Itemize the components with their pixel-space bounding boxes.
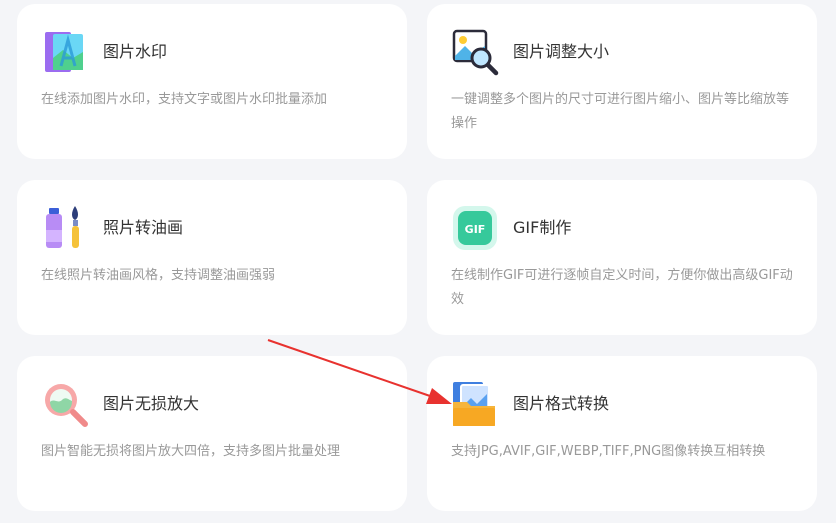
tool-card-lossless-enlarge[interactable]: 图片无损放大 图片智能无损将图片放大四倍，支持多图片批量处理 (17, 356, 407, 511)
magnifier-enlarge-icon (41, 380, 89, 428)
image-resize-icon (451, 28, 499, 76)
format-convert-folder-icon (451, 380, 499, 428)
tool-card-image-watermark[interactable]: 图片水印 在线添加图片水印，支持文字或图片水印批量添加 (17, 4, 407, 159)
tool-description: 在线添加图片水印，支持文字或图片水印批量添加 (41, 92, 328, 107)
tool-card-format-convert[interactable]: 图片格式转换 支持JPG,AVIF,GIF,WEBP,TIFF,PNG图像转换互… (427, 356, 817, 511)
tool-description: 图片智能无损将图片放大四倍，支持多图片批量处理 (41, 444, 341, 459)
tool-title: 照片转油画 (103, 218, 184, 237)
tool-title: 图片无损放大 (103, 394, 200, 413)
tool-title: GIF制作 (513, 218, 572, 237)
image-watermark-icon (41, 28, 89, 76)
tool-card-gif-maker[interactable]: GIF GIF制作 在线制作GIF可进行逐帧自定义时间，方便你做出高级GIF动效 (427, 180, 817, 335)
tool-card-oil-paint[interactable]: 照片转油画 在线照片转油画风格，支持调整油画强弱 (17, 180, 407, 335)
gif-icon-text: GIF (465, 223, 486, 236)
tool-card-image-resize[interactable]: 图片调整大小 一键调整多个图片的尺寸可进行图片缩小、图片等比缩放等操作 (427, 4, 817, 159)
tool-title: 图片水印 (103, 42, 168, 61)
oil-paint-icon (41, 204, 89, 252)
tool-title: 图片调整大小 (513, 42, 610, 61)
tool-title: 图片格式转换 (513, 394, 610, 413)
tool-description: 一键调整多个图片的尺寸可进行图片缩小、图片等比缩放等操作 (451, 92, 790, 131)
tool-description: 在线照片转油画风格，支持调整油画强弱 (41, 268, 276, 283)
gif-icon: GIF (451, 204, 499, 252)
tool-description: 支持JPG,AVIF,GIF,WEBP,TIFF,PNG图像转换互相转换 (451, 444, 766, 459)
tool-description: 在线制作GIF可进行逐帧自定义时间，方便你做出高级GIF动效 (451, 268, 793, 307)
